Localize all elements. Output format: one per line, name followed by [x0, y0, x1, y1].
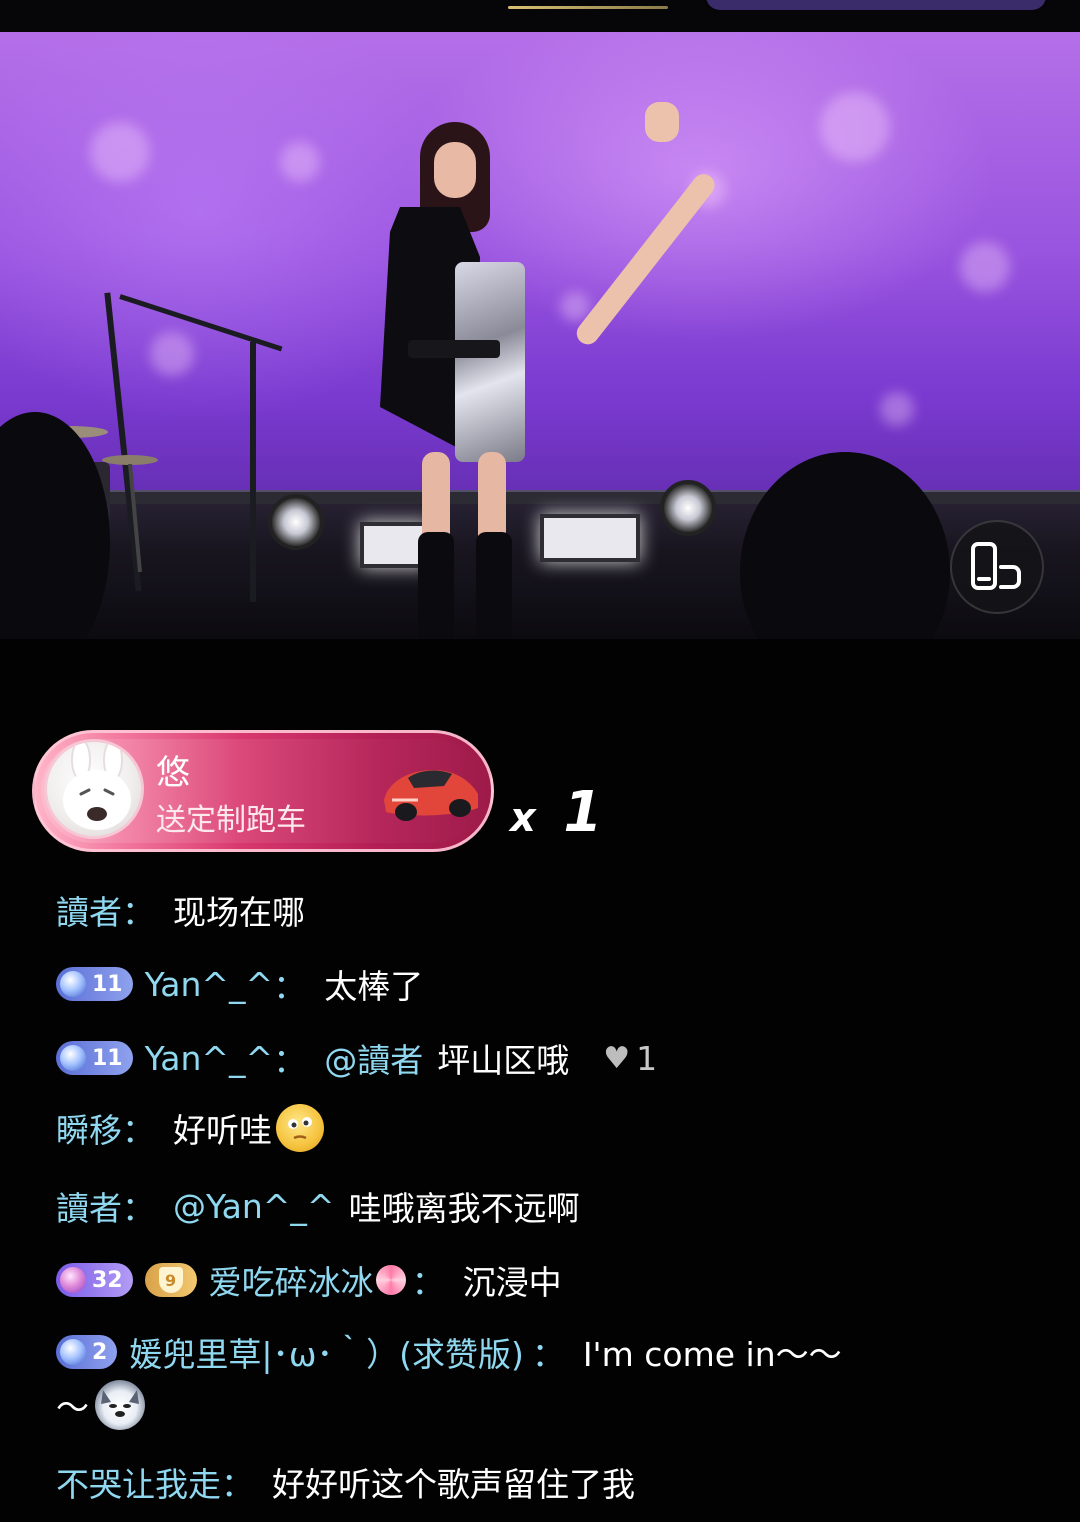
chat-username[interactable]: Yan^_^ [145, 965, 274, 1004]
shield-icon: 9 [158, 1267, 183, 1293]
husky-dog-icon [95, 1380, 145, 1430]
chat-username[interactable]: 媛兜里草|･ω･｀）(求赞版) [129, 1328, 524, 1376]
heart-icon: ♥ [603, 1040, 631, 1076]
chat-message: 瞬移 ： 好听哇 [56, 1104, 324, 1152]
chat-mention[interactable]: @讀者 [324, 1034, 423, 1082]
live-stream-screen: 悠 送定制跑车 x 1 讀者 ： 现场在哪 11 Yan^_^ ： 太棒了 11… [0, 0, 1080, 1522]
gem-icon [60, 1267, 86, 1293]
like-button[interactable]: ♥ 1 [603, 1039, 657, 1078]
chat-username[interactable]: Yan^_^ [145, 1039, 274, 1078]
chat-text: 哇哦离我不远啊 [348, 1189, 580, 1228]
chat-text: 坪山区哦 [437, 1041, 570, 1080]
chat-text: 好听哇 [173, 1111, 272, 1150]
rotate-screen-button[interactable] [950, 520, 1044, 614]
chat-mention[interactable]: @Yan^_^ [173, 1187, 335, 1226]
chat-message: 11 Yan^_^ ： 太棒了 [56, 960, 423, 1008]
live-video[interactable] [0, 32, 1080, 639]
top-pill[interactable] [706, 0, 1046, 10]
chat-username[interactable]: 讀者 [56, 886, 122, 934]
thinking-face-icon [276, 1104, 324, 1152]
chat-text: 现场在哪 [173, 893, 305, 932]
fan-badge: 9 [144, 1263, 197, 1297]
performer [360, 102, 719, 639]
level-badge: 32 [56, 1263, 133, 1297]
top-bar [0, 0, 1080, 32]
gem-icon [60, 1045, 86, 1071]
chat-username[interactable]: 不哭让我走 [56, 1458, 221, 1506]
rotate-screen-icon [971, 542, 1021, 590]
chat-text: 太棒了 [324, 967, 424, 1006]
top-progress-line [508, 6, 668, 9]
level-badge: 11 [56, 967, 133, 1001]
chat-message: 11 Yan^_^ ： @讀者 坪山区哦 ♥ 1 [56, 1034, 657, 1082]
gem-icon [60, 971, 86, 997]
chat-message: 讀者 ： 现场在哪 [56, 886, 305, 934]
chat-text: 好好听这个歌声留住了我 [272, 1465, 635, 1504]
gift-description: 送定制跑车 [156, 803, 306, 838]
gift-sender-avatar[interactable] [44, 739, 144, 839]
gem-icon [60, 1339, 86, 1365]
chat-message: 不哭让我走 ： 好好听这个歌声留住了我 [56, 1458, 635, 1506]
sports-car-icon [384, 770, 478, 821]
level-badge: 11 [56, 1041, 133, 1075]
chat-text: ～ [56, 1388, 89, 1427]
chat-username[interactable]: 讀者 [56, 1182, 122, 1230]
chat-message: 2 媛兜里草|･ω･｀）(求赞版) ： I'm come in～～ [56, 1328, 842, 1376]
chat-text: I'm come in～～ [582, 1335, 842, 1374]
lollipop-icon [375, 1265, 406, 1295]
chat-message: 讀者 ： @Yan^_^ 哇哦离我不远啊 [56, 1182, 580, 1230]
gift-count: x 1 [510, 780, 607, 845]
chat-text: 沉浸中 [462, 1263, 562, 1302]
level-badge: 2 [56, 1335, 118, 1369]
chat-message-continued: ～ [56, 1380, 145, 1430]
chat-username[interactable]: 瞬移 [56, 1104, 122, 1152]
chat-username[interactable]: 爱吃碎冰冰 [209, 1256, 374, 1304]
chat-message: 32 9 爱吃碎冰冰 ： 沉浸中 [56, 1256, 562, 1304]
gift-sender-name: 悠 [156, 753, 190, 793]
